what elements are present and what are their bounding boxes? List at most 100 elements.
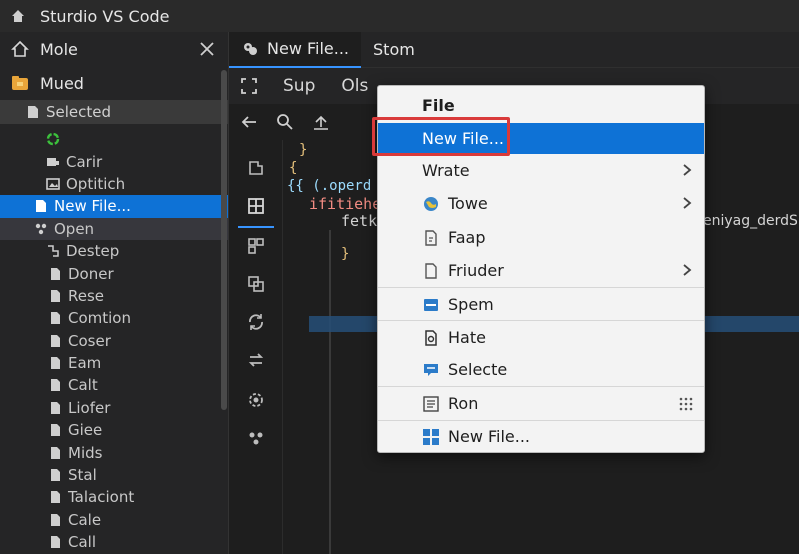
- sync-icon: [46, 132, 60, 146]
- tree-item-label: Mids: [68, 443, 103, 462]
- tree-item[interactable]: Doner: [0, 262, 228, 284]
- tree-item-label: Doner: [68, 264, 114, 283]
- tree-item-label: Carir: [66, 152, 103, 171]
- grid-icon[interactable]: [246, 196, 266, 216]
- section-selected[interactable]: Selected: [0, 100, 228, 124]
- tree-item[interactable]: Calt: [0, 374, 228, 396]
- tree-item[interactable]: Mids: [0, 441, 228, 463]
- tree-item-label: Coser: [68, 331, 111, 350]
- tree-item[interactable]: Stal: [0, 464, 228, 486]
- tree-item-label: Open: [54, 219, 95, 238]
- sidebar-scrollbar[interactable]: [221, 70, 227, 410]
- tree-item[interactable]: Giee: [0, 419, 228, 441]
- code-line: {: [289, 160, 298, 176]
- windows-grid-icon: [423, 428, 439, 445]
- file-edit-icon: [425, 329, 437, 346]
- tree-item[interactable]: Rese: [0, 285, 228, 307]
- tree-item-label: Call: [68, 533, 97, 552]
- menu-separator: [378, 320, 704, 321]
- sidebar-header-label: Mole: [40, 39, 78, 59]
- active-indicator: [238, 226, 274, 228]
- sidebar-header-mued[interactable]: Mued: [0, 66, 228, 100]
- tree-item[interactable]: Talaciont: [0, 486, 228, 508]
- tree-item[interactable]: Coser: [0, 330, 228, 352]
- refresh-icon[interactable]: [246, 312, 266, 332]
- sidebar-header-mole[interactable]: Mole: [0, 32, 228, 66]
- tab-label: New File...: [267, 39, 350, 58]
- tree-item[interactable]: Comtion: [0, 307, 228, 329]
- menu-item-label: Faap: [448, 228, 486, 247]
- image-icon: [46, 178, 60, 190]
- explorer-icon[interactable]: [246, 158, 266, 178]
- code-line: ifitiehe: [309, 195, 382, 213]
- file-icon: [51, 357, 60, 370]
- menu-item-faap[interactable]: Faap: [378, 222, 704, 253]
- menu-item-friuder[interactable]: Friuder: [378, 255, 704, 286]
- tree-item-label: Comtion: [68, 309, 131, 328]
- tree-item-label: Talaciont: [68, 488, 135, 507]
- menu-item-new-file-bottom[interactable]: New File...: [378, 421, 704, 452]
- file-icon: [51, 334, 60, 347]
- menu-item-sup[interactable]: Sup: [283, 76, 315, 96]
- tree-item[interactable]: Call: [0, 531, 228, 553]
- tree-item[interactable]: Optitich: [0, 173, 228, 195]
- chevron-right-icon: [683, 197, 692, 209]
- context-menu-header-label: File: [422, 96, 455, 115]
- menu-item-hate[interactable]: Hate: [378, 322, 704, 353]
- menu-item-selecte[interactable]: Selecte: [378, 354, 704, 385]
- settings-icon[interactable]: [246, 390, 266, 410]
- code-trailing-text: eniyag_derdS: [703, 213, 798, 229]
- file-icon: [51, 379, 60, 392]
- tree-item[interactable]: Destep: [0, 240, 228, 262]
- extensions-icon[interactable]: [246, 428, 266, 448]
- code-line: }: [299, 142, 308, 158]
- menu-separator: [378, 287, 704, 288]
- tree-item-sync[interactable]: [0, 128, 228, 150]
- globe-icon: [424, 196, 438, 211]
- window-icon: [424, 298, 438, 311]
- upload-icon[interactable]: [311, 112, 331, 132]
- fullscreen-icon[interactable]: [239, 76, 259, 96]
- layers-icon[interactable]: [246, 274, 266, 294]
- cloud-gear-icon: [244, 42, 257, 55]
- tab-stom[interactable]: Stom: [361, 32, 427, 68]
- menu-item-ols[interactable]: Ols: [341, 76, 368, 96]
- code-line: fetk: [341, 212, 378, 230]
- code-line: }: [341, 246, 350, 262]
- tree-item[interactable]: Liofer: [0, 397, 228, 419]
- file-icon: [51, 267, 60, 280]
- transfer-icon[interactable]: [246, 350, 266, 370]
- home-icon: [12, 10, 24, 22]
- debug-icon: [47, 157, 59, 166]
- tree-item-label: New File...: [54, 197, 131, 216]
- tree-item[interactable]: Carir: [0, 150, 228, 172]
- menu-item-spem[interactable]: Spem: [378, 289, 704, 320]
- search-icon[interactable]: [275, 112, 295, 132]
- menu-item-label: Towe: [448, 194, 488, 213]
- file-icon: [51, 289, 60, 302]
- menu-item-wrate[interactable]: Wrate: [378, 155, 704, 186]
- tree-item-label: Destep: [66, 242, 120, 261]
- tree-item-label: Optitich: [66, 174, 126, 193]
- file-icon: [51, 312, 60, 325]
- comment-icon: [424, 363, 438, 376]
- tree-item[interactable]: Cale: [0, 509, 228, 531]
- layout-icon[interactable]: [246, 236, 266, 256]
- menu-item-label: Hate: [448, 328, 486, 347]
- tab-new-file[interactable]: New File...: [229, 31, 362, 68]
- tab-bar: New File... Stom: [229, 31, 799, 68]
- file-icon: [51, 513, 60, 526]
- file-icon: [51, 536, 60, 549]
- file-icon: [425, 262, 437, 279]
- tree-item[interactable]: Eam: [0, 352, 228, 374]
- tree-item-label: Rese: [68, 286, 105, 305]
- tree-item-open[interactable]: Open: [0, 217, 228, 240]
- menu-item-ron[interactable]: Ron: [378, 388, 704, 419]
- file-icon: [51, 401, 60, 414]
- activity-bar: [229, 140, 283, 554]
- back-arrow-icon[interactable]: [239, 112, 259, 132]
- tree-item-new-file[interactable]: New File...: [0, 195, 228, 218]
- section-label: Selected: [46, 103, 112, 121]
- menu-item-towe[interactable]: Towe: [378, 188, 704, 219]
- close-icon[interactable]: [198, 40, 216, 58]
